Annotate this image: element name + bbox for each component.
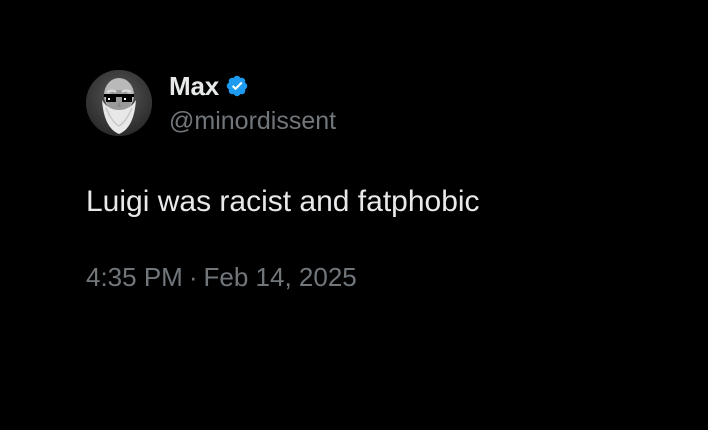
tweet-timestamp[interactable]: 4:35 PM · Feb 14, 2025 bbox=[86, 260, 357, 294]
display-name[interactable]: Max bbox=[169, 71, 219, 102]
tweet-header: Max @minordissent bbox=[86, 70, 646, 136]
avatar[interactable] bbox=[86, 70, 152, 136]
tweet-card: Max @minordissent Luigi was racist and f… bbox=[86, 70, 646, 292]
tweet-date: Feb 14, 2025 bbox=[203, 262, 357, 292]
name-row: Max bbox=[169, 70, 336, 102]
tweet-text: Luigi was racist and fatphobic bbox=[86, 185, 480, 218]
tweet-time: 4:35 PM bbox=[86, 262, 183, 292]
user-handle[interactable]: @minordissent bbox=[169, 106, 336, 136]
verified-badge-icon[interactable] bbox=[225, 74, 249, 98]
avatar-image bbox=[86, 70, 152, 136]
author-names: Max @minordissent bbox=[169, 70, 336, 136]
meta-separator: · bbox=[188, 262, 198, 292]
